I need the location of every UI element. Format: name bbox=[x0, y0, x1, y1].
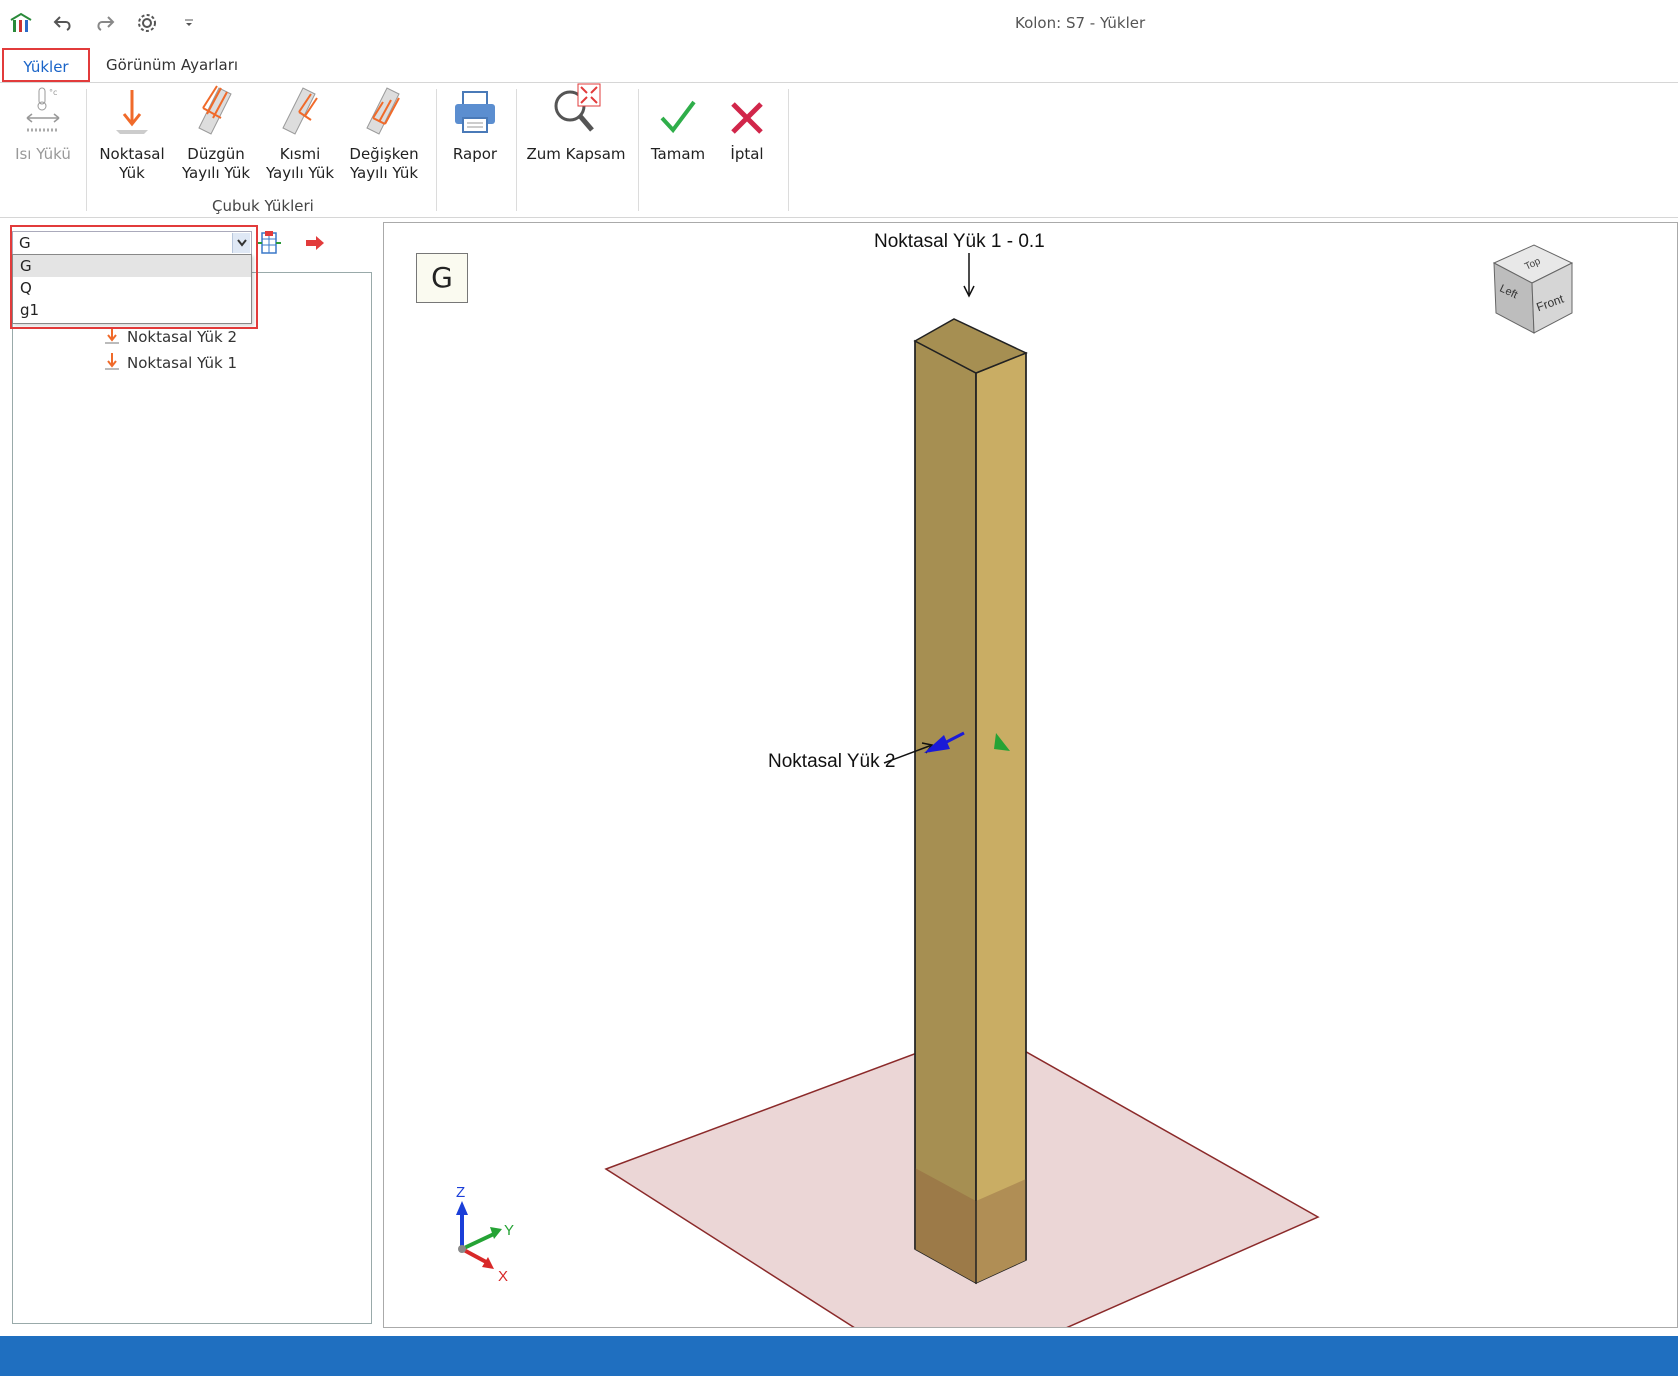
customize-toolbar-dropdown-icon[interactable] bbox=[176, 10, 202, 36]
point-load-2-label: Noktasal Yük 2 bbox=[768, 751, 895, 772]
point-load-label-2: Yük bbox=[119, 164, 145, 182]
ribbon-separator bbox=[436, 89, 437, 211]
partial-load-icon bbox=[277, 84, 323, 141]
cancel-button[interactable]: İptal bbox=[716, 87, 778, 164]
point-load-button[interactable]: Noktasal Yük bbox=[96, 87, 168, 183]
uniform-load-label-2: Yayılı Yük bbox=[181, 164, 251, 182]
point-load-icon bbox=[112, 86, 152, 141]
point-load-label-1: Noktasal bbox=[99, 145, 165, 163]
ribbon-separator bbox=[638, 89, 639, 211]
load-case-manager-icon[interactable] bbox=[256, 230, 282, 256]
tree-item-point-load-1[interactable]: Noktasal Yük 1 bbox=[103, 351, 237, 375]
member-loads-group-label: Çubuk Yükleri bbox=[212, 197, 314, 215]
ok-label: Tamam bbox=[650, 145, 706, 163]
settings-gear-icon[interactable] bbox=[134, 10, 160, 36]
arrow-right-icon[interactable] bbox=[302, 230, 328, 256]
title-bar: Kolon: S7 - Yükler bbox=[0, 0, 1678, 46]
printer-icon bbox=[451, 88, 499, 141]
quick-access-toolbar bbox=[8, 10, 202, 36]
dropdown-option-g[interactable]: G bbox=[13, 255, 251, 277]
point-load-1-arrow bbox=[963, 253, 975, 298]
heat-load-label: Isı Yükü bbox=[15, 145, 71, 163]
load-case-dropdown-list: G Q g1 bbox=[12, 254, 252, 324]
zoom-extents-label: Zum Kapsam bbox=[526, 145, 626, 163]
column-right-face bbox=[975, 351, 1027, 1285]
zoom-extents-icon bbox=[548, 82, 604, 141]
load-case-value: G bbox=[19, 234, 31, 252]
dropdown-option-g1[interactable]: g1 bbox=[13, 299, 251, 321]
load-case-combobox[interactable]: G bbox=[12, 231, 252, 255]
app-logo-icon[interactable] bbox=[8, 10, 34, 36]
cancel-label: İptal bbox=[730, 145, 764, 163]
coordinate-axes-icon bbox=[456, 1201, 502, 1269]
partial-load-label-2: Yayılı Yük bbox=[265, 164, 335, 182]
zoom-extents-button[interactable]: Zum Kapsam bbox=[524, 83, 628, 164]
3d-viewport[interactable]: Z Y X Top Left Front Noktasal Yük 1 - 0.… bbox=[383, 222, 1678, 1328]
tree-item-point-load-2[interactable]: Noktasal Yük 2 bbox=[103, 325, 237, 349]
tab-view-settings[interactable]: Görünüm Ayarları bbox=[106, 48, 238, 82]
ribbon: °c Isı Yükü Noktasal Yük Düzgün Yayılı Y… bbox=[0, 82, 1678, 218]
redo-icon[interactable] bbox=[92, 10, 118, 36]
partial-load-label-1: Kısmi bbox=[279, 145, 321, 163]
close-icon bbox=[729, 100, 765, 141]
axis-z-label: Z bbox=[456, 1184, 465, 1201]
variable-distributed-load-button[interactable]: Değişken Yayılı Yük bbox=[346, 87, 422, 183]
ribbon-separator bbox=[788, 89, 789, 211]
uniform-distributed-load-button[interactable]: Düzgün Yayılı Yük bbox=[178, 84, 254, 183]
heat-load-button[interactable]: °c Isı Yükü bbox=[10, 87, 76, 164]
uniform-load-icon bbox=[193, 84, 239, 141]
point-load-1-label: Noktasal Yük 1 - 0.1 bbox=[874, 231, 1045, 252]
variable-load-label-1: Değişken bbox=[349, 145, 419, 163]
window-title: Kolon: S7 - Yükler bbox=[1015, 14, 1146, 32]
load-tree[interactable]: Noktasal Yük 2 Noktasal Yük 1 bbox=[12, 272, 372, 1324]
uniform-load-label-1: Düzgün bbox=[187, 145, 245, 163]
tab-loads[interactable]: Yükler bbox=[2, 48, 90, 82]
point-load-small-icon bbox=[103, 351, 121, 375]
column-left-face bbox=[914, 339, 977, 1285]
ribbon-tabs: Yükler Görünüm Ayarları bbox=[0, 48, 1678, 82]
chevron-down-icon[interactable] bbox=[232, 233, 250, 253]
load-case-label: G bbox=[416, 253, 468, 303]
load-tree-panel: Noktasal Yük 2 Noktasal Yük 1 G G Q g1 bbox=[6, 222, 376, 1326]
report-label: Rapor bbox=[452, 145, 498, 163]
point-load-small-icon bbox=[103, 325, 121, 349]
axis-y-label: Y bbox=[504, 1222, 514, 1239]
ok-button[interactable]: Tamam bbox=[646, 87, 710, 164]
dropdown-option-q[interactable]: Q bbox=[13, 277, 251, 299]
svg-text:°c: °c bbox=[49, 88, 57, 97]
thermometer-icon: °c bbox=[23, 86, 63, 141]
tree-item-label: Noktasal Yük 1 bbox=[127, 354, 238, 372]
tree-item-label: Noktasal Yük 2 bbox=[127, 328, 238, 346]
axis-x-label: X bbox=[498, 1268, 508, 1285]
ribbon-separator bbox=[86, 89, 87, 211]
partial-distributed-load-button[interactable]: Kısmi Yayılı Yük bbox=[262, 87, 338, 183]
variable-load-icon bbox=[361, 84, 407, 141]
report-button[interactable]: Rapor bbox=[444, 87, 506, 164]
status-bar bbox=[0, 1336, 1678, 1376]
undo-icon[interactable] bbox=[50, 10, 76, 36]
checkmark-icon bbox=[658, 96, 698, 141]
variable-load-label-2: Yayılı Yük bbox=[349, 164, 419, 182]
ribbon-separator bbox=[516, 89, 517, 211]
